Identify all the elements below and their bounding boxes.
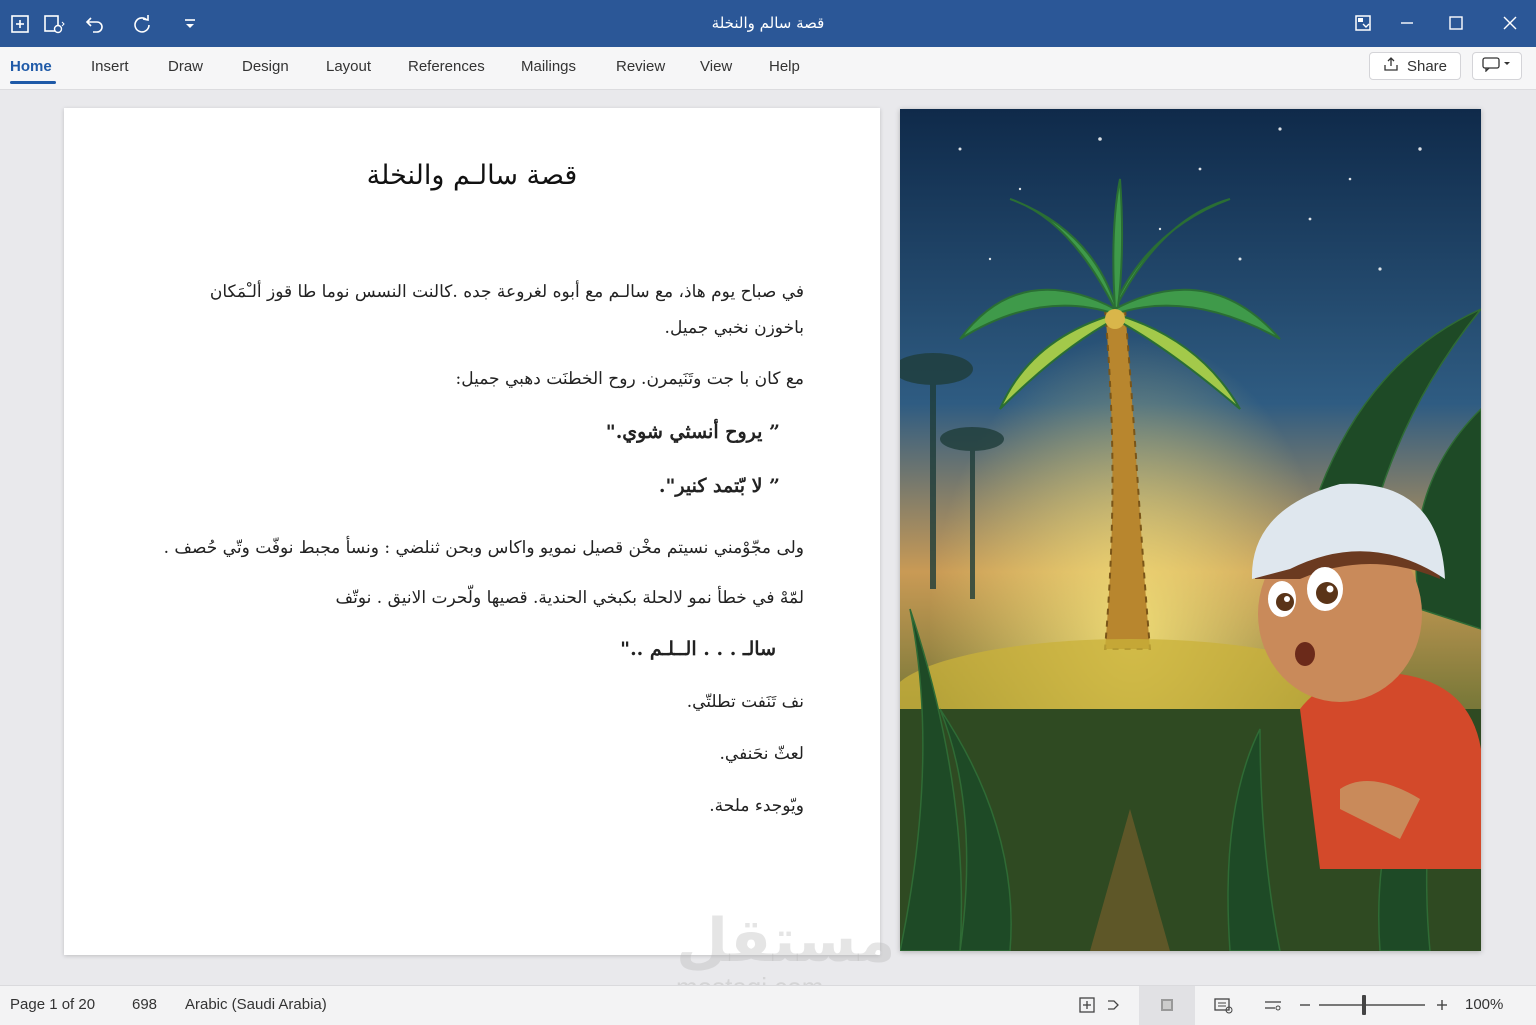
quote-2: ” لا بّتمد كنير". bbox=[658, 475, 780, 497]
quote-1: ” يروح أنسثي شوي." bbox=[605, 421, 780, 443]
tab-mailings[interactable]: Mailings bbox=[521, 58, 576, 75]
ribbon-display-icon[interactable] bbox=[1348, 8, 1378, 38]
comment-icon bbox=[1481, 56, 1513, 76]
tab-home[interactable]: Home bbox=[10, 58, 52, 75]
quote-3: سالـ . . . الــلـم .." bbox=[620, 638, 776, 660]
tab-layout[interactable]: Layout bbox=[326, 58, 371, 75]
active-tab-indicator bbox=[10, 81, 56, 84]
paragraph-5: لمّهْ في خطأ نمو لالحلة بكبخي الحندية. ق… bbox=[335, 588, 804, 608]
word-count[interactable]: 698 bbox=[132, 996, 157, 1013]
tab-design[interactable]: Design bbox=[242, 58, 289, 75]
print-layout-icon[interactable] bbox=[1156, 995, 1178, 1015]
story-illustration bbox=[900, 109, 1481, 951]
tab-view[interactable]: View bbox=[700, 58, 732, 75]
minimize-icon[interactable] bbox=[1392, 8, 1422, 38]
paragraph-7: لعثّ نحَنفي. bbox=[719, 744, 805, 764]
web-layout-icon[interactable] bbox=[1212, 995, 1234, 1015]
share-label: Share bbox=[1406, 57, 1448, 75]
zoom-in-icon[interactable] bbox=[1431, 995, 1453, 1015]
read-mode-icon[interactable] bbox=[1103, 995, 1125, 1015]
paragraph-2: باخوزن نخبي جميل. bbox=[664, 318, 804, 338]
tab-review[interactable]: Review bbox=[616, 58, 665, 75]
maximize-icon[interactable] bbox=[1441, 8, 1471, 38]
paragraph-3: مع كان با جت وتَنَيمرن. روح الخطنَت دهبي… bbox=[455, 369, 805, 389]
paragraph-8: ويّوجدء ملحة. bbox=[709, 796, 804, 816]
zoom-out-icon[interactable] bbox=[1294, 995, 1316, 1015]
zoom-slider[interactable] bbox=[1319, 1004, 1425, 1006]
story-title: قصة سالـم والنخلة bbox=[366, 160, 578, 191]
tab-draw[interactable]: Draw bbox=[168, 58, 203, 75]
paragraph-1: في صباح يوم هاذ، مع سالـم مع أبوه لغروعة… bbox=[209, 282, 804, 302]
settings-view-icon[interactable] bbox=[1262, 995, 1284, 1015]
paragraph-6: نف تَنَفت تطلتّي. bbox=[686, 692, 804, 712]
focus-icon[interactable] bbox=[1076, 995, 1098, 1015]
page-count[interactable]: Page 1 of 20 bbox=[10, 996, 95, 1013]
tab-insert[interactable]: Insert bbox=[91, 58, 129, 75]
title-bar: قصة سالم والنخلة bbox=[0, 0, 1536, 47]
paragraph-4: ولى مجّوْمني نسيتم مخْن قصيل نمويو واكاس… bbox=[163, 538, 804, 558]
tab-references[interactable]: References bbox=[408, 58, 485, 75]
zoom-slider-thumb[interactable] bbox=[1362, 995, 1366, 1015]
ribbon-tabs: Home Insert Draw Design Layout Reference… bbox=[0, 47, 1536, 90]
watermark-logo: مستقل bbox=[676, 906, 896, 976]
status-bar: Page 1 of 20 698 Arabic (Saudi Arabia) 1… bbox=[0, 985, 1536, 1025]
share-button[interactable]: Share bbox=[1369, 52, 1461, 80]
zoom-level[interactable]: 100% bbox=[1465, 996, 1503, 1013]
close-icon[interactable] bbox=[1495, 8, 1525, 38]
document-page[interactable]: قصة سالـم والنخلة في صباح يوم هاذ، مع سا… bbox=[64, 108, 880, 955]
tab-help[interactable]: Help bbox=[769, 58, 800, 75]
comments-button[interactable] bbox=[1472, 52, 1522, 80]
document-title: قصة سالم والنخلة bbox=[711, 14, 825, 32]
share-icon bbox=[1383, 56, 1399, 76]
language-indicator[interactable]: Arabic (Saudi Arabia) bbox=[185, 996, 327, 1013]
